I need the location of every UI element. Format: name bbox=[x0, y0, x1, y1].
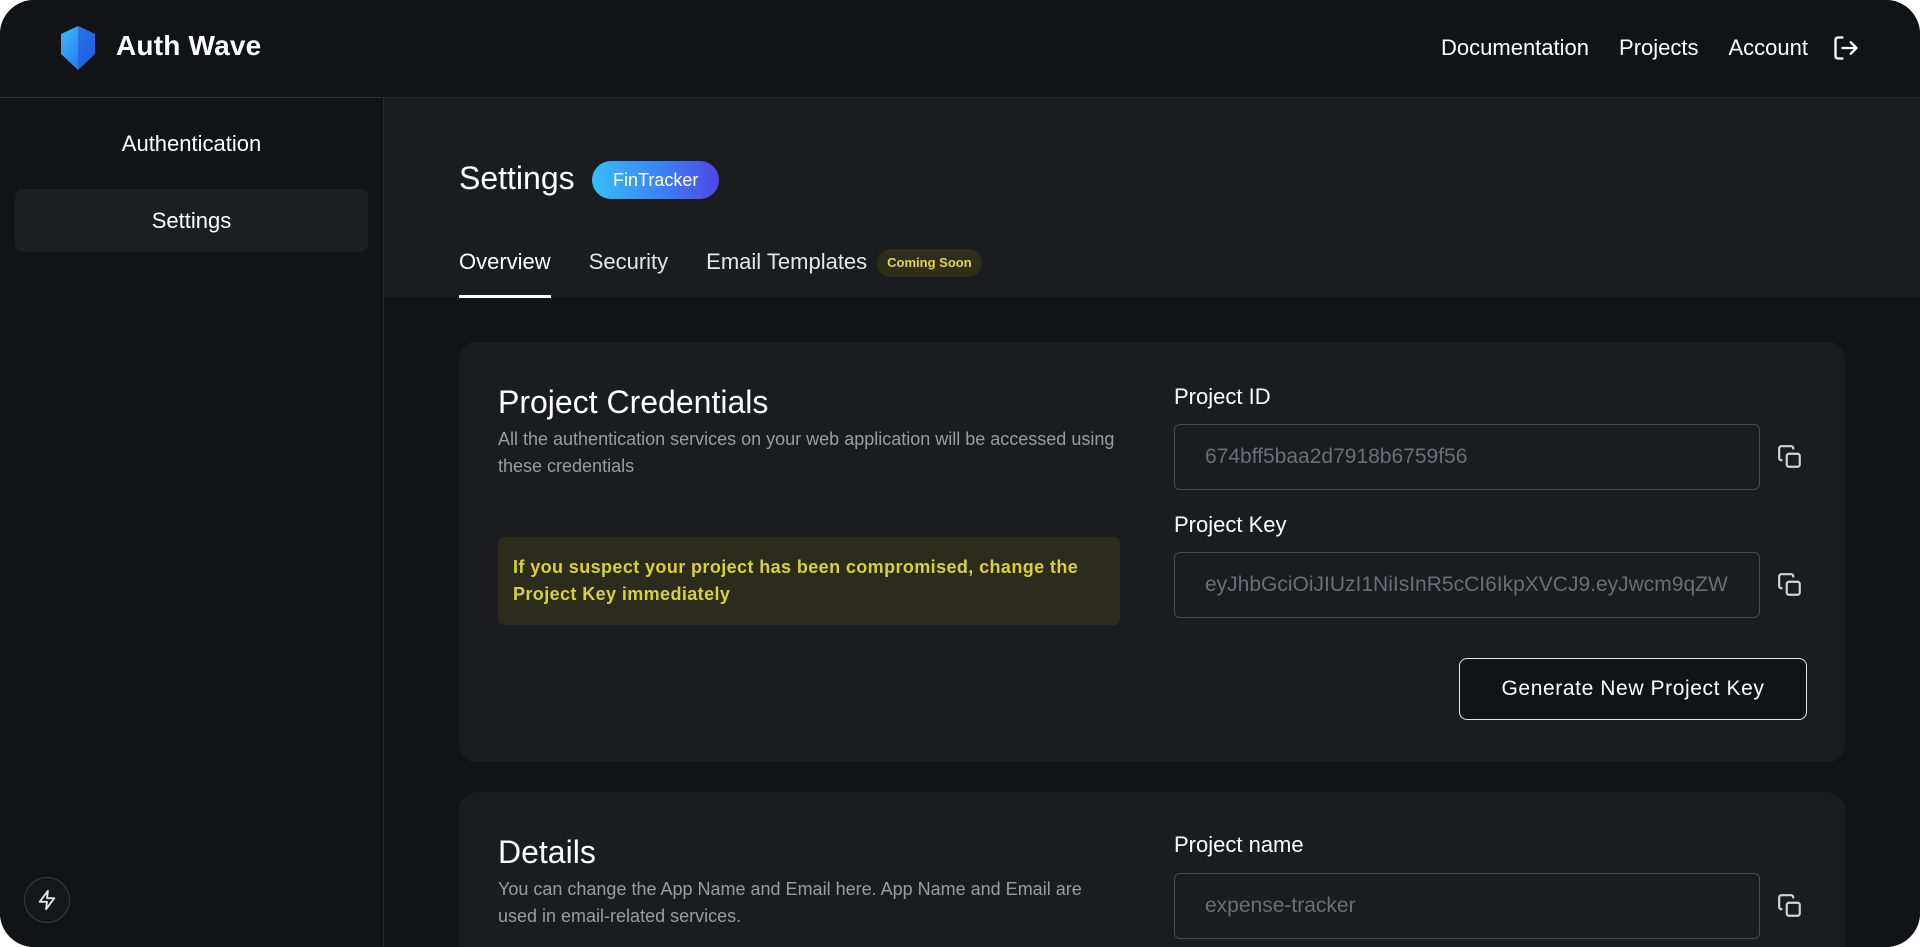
generate-project-key-button[interactable]: Generate New Project Key bbox=[1459, 658, 1807, 720]
tab-email-templates-label: Email Templates bbox=[706, 249, 868, 274]
nav-projects-link[interactable]: Projects bbox=[1619, 35, 1698, 61]
details-title: Details bbox=[498, 834, 596, 870]
project-name-field[interactable] bbox=[1174, 873, 1760, 939]
app-window: Auth Wave Documentation Projects Account… bbox=[0, 0, 1920, 947]
sidebar-item-authentication[interactable]: Authentication bbox=[15, 112, 368, 175]
lightning-bolt-icon[interactable] bbox=[24, 877, 70, 923]
details-card: Details You can change the App Name and … bbox=[459, 792, 1845, 947]
project-name-label: Project name bbox=[1174, 832, 1304, 857]
project-key-field[interactable] bbox=[1174, 552, 1760, 618]
page-title: Settings bbox=[459, 160, 575, 196]
project-key-label: Project Key bbox=[1174, 512, 1287, 537]
credentials-title: Project Credentials bbox=[498, 384, 769, 420]
project-id-input[interactable] bbox=[1175, 425, 1759, 489]
tab-overview-label: Overview bbox=[459, 249, 551, 274]
project-id-label: Project ID bbox=[1174, 384, 1271, 409]
nav-documentation-link[interactable]: Documentation bbox=[1441, 35, 1589, 61]
top-bar: Auth Wave Documentation Projects Account bbox=[0, 0, 1920, 98]
project-id-field[interactable] bbox=[1174, 424, 1760, 490]
copy-project-id-icon[interactable] bbox=[1775, 442, 1805, 472]
credentials-description: All the authentication services on your … bbox=[498, 429, 1115, 476]
tab-security-label: Security bbox=[588, 249, 669, 274]
brand-name[interactable]: Auth Wave bbox=[116, 30, 261, 62]
logout-icon[interactable] bbox=[1830, 32, 1862, 64]
shield-logo-icon bbox=[61, 26, 95, 70]
details-description: You can change the App Name and Email he… bbox=[498, 879, 1082, 926]
main-content: Settings FinTracker Overview Security Em… bbox=[384, 98, 1920, 947]
tab-overview[interactable]: Overview bbox=[459, 249, 551, 298]
project-name-input[interactable] bbox=[1175, 874, 1759, 938]
top-nav: Documentation Projects Account bbox=[1411, 30, 1862, 66]
tab-email-templates[interactable]: Email Templates Coming Soon bbox=[706, 249, 982, 295]
tab-bar: Overview Security Email Templates Coming… bbox=[459, 249, 1020, 298]
sidebar-item-settings[interactable]: Settings bbox=[15, 189, 368, 252]
project-key-input[interactable] bbox=[1175, 553, 1759, 617]
nav-account-link[interactable]: Account bbox=[1729, 35, 1809, 61]
page-header: Settings FinTracker Overview Security Em… bbox=[384, 98, 1920, 298]
compromise-warning: If you suspect your project has been com… bbox=[498, 537, 1120, 625]
tab-security[interactable]: Security bbox=[589, 249, 668, 295]
coming-soon-badge: Coming Soon bbox=[877, 249, 982, 277]
sidebar: Authentication Settings bbox=[0, 98, 384, 947]
copy-project-name-icon[interactable] bbox=[1775, 891, 1805, 921]
copy-project-key-icon[interactable] bbox=[1775, 570, 1805, 600]
credentials-card: Project Credentials All the authenticati… bbox=[459, 342, 1845, 762]
project-badge[interactable]: FinTracker bbox=[592, 161, 720, 199]
